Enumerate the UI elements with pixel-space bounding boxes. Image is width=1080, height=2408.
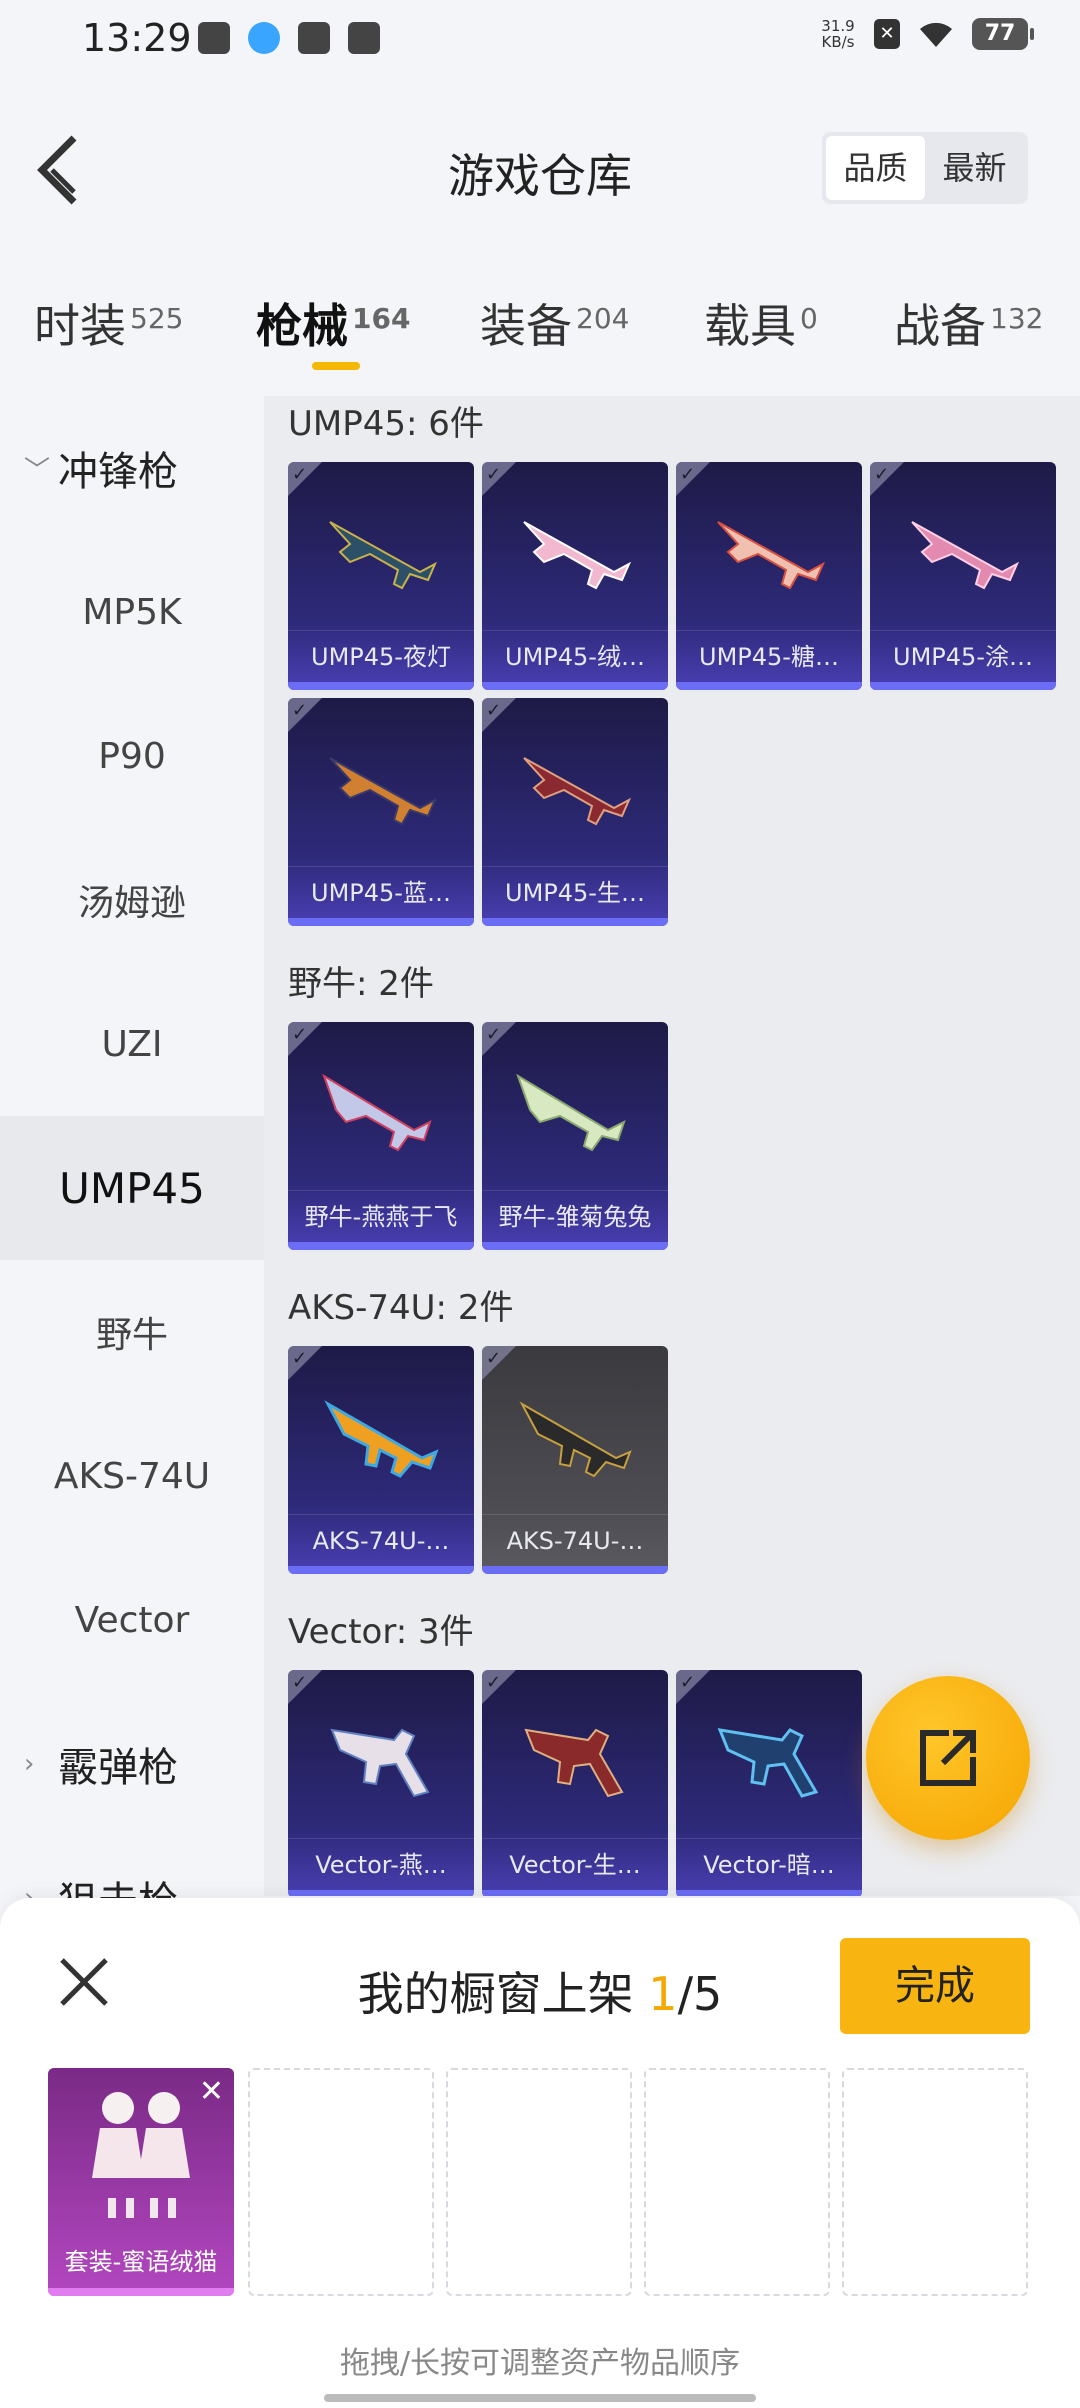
outfit-icon bbox=[92, 2092, 190, 2218]
smg-skin-icon bbox=[329, 757, 438, 826]
section-title-ump45: UMP45: 6件 bbox=[288, 404, 484, 444]
sidebar-item-mp5k[interactable]: MP5K bbox=[0, 540, 264, 684]
showcase-slot-empty[interactable] bbox=[446, 2068, 632, 2296]
tab-vehicles[interactable]: 载具 0 bbox=[704, 290, 818, 356]
showcase-slot-empty[interactable] bbox=[842, 2068, 1028, 2296]
smg-skin-icon bbox=[717, 521, 826, 590]
weapon-card[interactable]: ✓ UMP45-蓝… bbox=[288, 698, 474, 926]
showcase-slot-empty[interactable] bbox=[644, 2068, 830, 2296]
weapon-card[interactable]: ✓ Vector-生… bbox=[482, 1670, 668, 1896]
battery-icon: 77 bbox=[972, 18, 1034, 50]
sidebar-item-p90[interactable]: P90 bbox=[0, 684, 264, 828]
status-time: 13:29 bbox=[82, 16, 192, 60]
smg-skin-icon bbox=[717, 1728, 819, 1798]
weapon-card[interactable]: ✓ AKS-74U-… bbox=[288, 1346, 474, 1574]
checkmark-icon: ✓ bbox=[292, 1672, 308, 1693]
chevron-down-icon: ﹀ bbox=[24, 455, 51, 486]
qq-notification-icon bbox=[248, 22, 280, 54]
sidebar-item-uzi[interactable]: UZI bbox=[0, 972, 264, 1116]
showcase-slot-empty[interactable] bbox=[248, 2068, 434, 2296]
checkmark-icon: ✓ bbox=[486, 464, 502, 485]
tab-firearms[interactable]: 枪械 164 bbox=[256, 290, 410, 356]
gallery-notification-icon bbox=[198, 22, 230, 54]
weapon-card[interactable]: ✓ AKS-74U-… bbox=[482, 1346, 668, 1574]
checkmark-icon: ✓ bbox=[680, 464, 696, 485]
smg-skin-icon bbox=[516, 1073, 626, 1152]
sidebar-item-thompson[interactable]: 汤姆逊 bbox=[0, 828, 264, 972]
tab-equipment[interactable]: 装备 204 bbox=[480, 290, 629, 356]
checkmark-icon: ✓ bbox=[486, 1348, 502, 1369]
weapon-card[interactable]: ✓ UMP45-绒… bbox=[482, 462, 668, 690]
wifi-icon bbox=[920, 22, 952, 47]
share-icon bbox=[920, 1730, 976, 1786]
smg-skin-icon bbox=[523, 521, 632, 590]
no-sim-icon: ✕ bbox=[874, 19, 900, 49]
home-indicator[interactable] bbox=[324, 2394, 756, 2402]
showcase-sheet: 我的橱窗上架 1/5 完成 ✕ 套装-蜜语绒猫 拖拽/长按可调整资产物品顺序 bbox=[0, 1898, 1080, 2408]
checkmark-icon: ✓ bbox=[874, 464, 890, 485]
sidebar-group-shotgun[interactable]: › 霰弹枪 bbox=[0, 1692, 264, 1836]
share-button[interactable] bbox=[866, 1676, 1030, 1840]
checkmark-icon: ✓ bbox=[292, 1348, 308, 1369]
sort-toggle: 品质 最新 bbox=[822, 132, 1028, 204]
rifle-skin-icon bbox=[519, 1401, 632, 1478]
sidebar-group-smg[interactable]: ﹀ 冲锋枪 bbox=[0, 396, 264, 540]
weapon-card[interactable]: ✓ UMP45-糖… bbox=[676, 462, 862, 690]
checkmark-icon: ✓ bbox=[292, 1024, 308, 1045]
smg-skin-icon bbox=[330, 1728, 430, 1798]
sidebar-item-aks74u[interactable]: AKS-74U bbox=[0, 1404, 264, 1548]
status-right: 31.9 KB/s ✕ 77 bbox=[818, 17, 1034, 51]
status-bar: 13:29 31.9 KB/s ✕ 77 bbox=[0, 0, 1080, 80]
weapon-list: UMP45: 6件 ✓ UMP45-夜灯 ✓ UMP45-绒… ✓ UMP45-… bbox=[264, 396, 1080, 1896]
checkmark-icon: ✓ bbox=[486, 1672, 502, 1693]
sidebar-item-vector[interactable]: Vector bbox=[0, 1548, 264, 1692]
smg-skin-icon bbox=[524, 1728, 624, 1798]
sidebar-item-ump45[interactable]: UMP45 bbox=[0, 1116, 264, 1260]
smg-skin-icon bbox=[329, 521, 438, 590]
active-tab-indicator bbox=[312, 362, 360, 370]
checkmark-icon: ✓ bbox=[680, 1672, 696, 1693]
section-title-aks74u: AKS-74U: 2件 bbox=[288, 1288, 514, 1328]
weapon-card[interactable]: ✓ 野牛-雏菊兔兔 bbox=[482, 1022, 668, 1250]
smg-skin-icon bbox=[523, 757, 632, 826]
smg-skin-icon bbox=[911, 521, 1020, 590]
weapon-card[interactable]: ✓ 野牛-燕燕于飞 bbox=[288, 1022, 474, 1250]
checkmark-icon: ✓ bbox=[486, 1024, 502, 1045]
sort-by-quality[interactable]: 品质 bbox=[826, 136, 925, 200]
section-title-vector: Vector: 3件 bbox=[288, 1612, 474, 1652]
checkmark-icon: ✓ bbox=[292, 700, 308, 721]
reorder-hint: 拖拽/长按可调整资产物品顺序 bbox=[339, 2346, 741, 2381]
category-tabs: 时装 525 枪械 164 装备 204 载具 0 战备 132 bbox=[0, 270, 1080, 380]
weapon-card[interactable]: ✓ UMP45-夜灯 bbox=[288, 462, 474, 690]
sidebar-item-bizon[interactable]: 野牛 bbox=[0, 1260, 264, 1404]
rifle-skin-icon bbox=[324, 1400, 439, 1478]
sort-by-newest[interactable]: 最新 bbox=[925, 136, 1024, 200]
weapon-card[interactable]: ✓ UMP45-生… bbox=[482, 698, 668, 926]
weapon-card[interactable]: ✓ Vector-暗… bbox=[676, 1670, 862, 1896]
section-title-bizon: 野牛: 2件 bbox=[288, 964, 434, 1004]
done-button[interactable]: 完成 bbox=[840, 1938, 1030, 2034]
weapon-type-sidebar: ﹀ 冲锋枪 MP5K P90 汤姆逊 UZI UMP45 野牛 AKS-74U … bbox=[0, 396, 264, 1925]
chevron-right-icon: › bbox=[24, 1749, 35, 1779]
checkmark-icon: ✓ bbox=[292, 464, 308, 485]
tab-supplies[interactable]: 战备 132 bbox=[894, 290, 1043, 356]
showcase-count-current: 1 bbox=[648, 1967, 678, 2021]
message-notification-icon bbox=[348, 22, 380, 54]
notification-icons bbox=[198, 22, 380, 54]
showcase-slot-filled[interactable]: ✕ 套装-蜜语绒猫 bbox=[48, 2068, 234, 2296]
checkmark-icon: ✓ bbox=[486, 700, 502, 721]
weapon-card[interactable]: ✓ Vector-燕… bbox=[288, 1670, 474, 1896]
net-speed: 31.9 KB/s bbox=[821, 17, 855, 51]
tab-fashion[interactable]: 时装 525 bbox=[34, 290, 183, 356]
smg-skin-icon bbox=[322, 1073, 432, 1152]
header: 游戏仓库 品质 最新 bbox=[0, 80, 1080, 250]
weapon-card[interactable]: ✓ UMP45-涂… bbox=[870, 462, 1056, 690]
app-notification-icon bbox=[298, 22, 330, 54]
